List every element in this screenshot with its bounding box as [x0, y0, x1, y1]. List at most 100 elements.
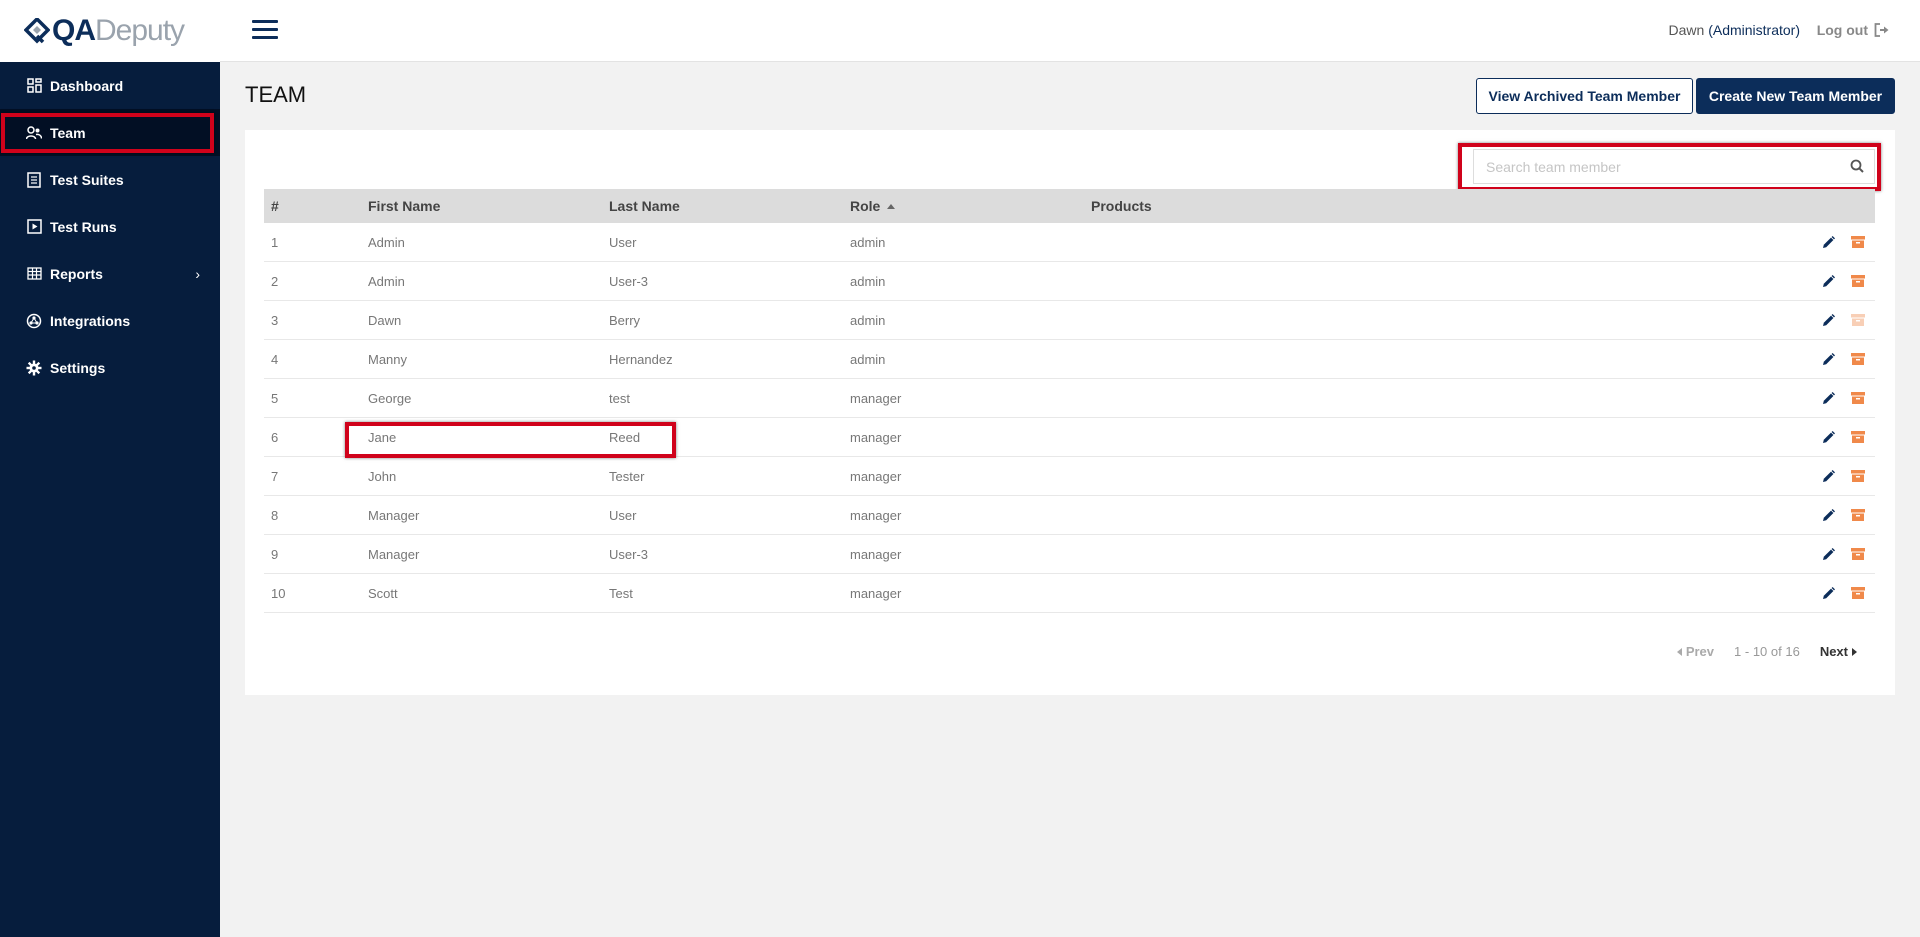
sort-ascending-icon	[887, 203, 896, 209]
archive-box-icon[interactable]	[1851, 509, 1865, 521]
edit-pencil-icon[interactable]	[1822, 508, 1835, 522]
create-team-member-button[interactable]: Create New Team Member	[1696, 78, 1895, 114]
gear-icon	[26, 360, 42, 376]
caret-left-icon	[1676, 647, 1682, 656]
cell-num: 2	[271, 273, 279, 289]
cell-last-name: Test	[609, 585, 633, 601]
cell-role: manager	[850, 546, 902, 562]
search-input[interactable]	[1474, 150, 1834, 183]
logo-text-light: Deputy	[95, 14, 185, 47]
archive-box-icon[interactable]	[1851, 470, 1865, 482]
sidebar-item-reports[interactable]: Reports ›	[0, 250, 220, 297]
archive-box-icon[interactable]	[1851, 236, 1865, 248]
cell-last-name: Berry	[609, 312, 641, 328]
sidebar-item-dashboard[interactable]: Dashboard	[0, 62, 220, 109]
table-row: 8 Manager User manager	[264, 496, 1875, 535]
sidebar-item-label: Team	[50, 124, 86, 141]
edit-pencil-icon[interactable]	[1822, 469, 1835, 483]
user-name: Dawn	[1668, 22, 1705, 38]
archive-box-icon	[1851, 314, 1865, 326]
header-first-name[interactable]: First Name	[368, 198, 609, 214]
prev-page-button[interactable]: Prev	[1676, 644, 1714, 659]
logout-link[interactable]: Log out	[1817, 22, 1890, 38]
view-archived-button[interactable]: View Archived Team Member	[1476, 78, 1693, 114]
cell-num: 1	[271, 234, 279, 250]
reports-icon	[26, 266, 42, 282]
table-row: 5 George test manager	[264, 379, 1875, 418]
table-row: 1 Admin User admin	[264, 223, 1875, 262]
topbar: Dawn (Administrator) Log out	[220, 0, 1920, 62]
test-suites-icon	[26, 171, 42, 188]
cell-role: manager	[850, 429, 902, 445]
sidebar-item-test-suites[interactable]: Test Suites	[0, 156, 220, 203]
cell-num: 6	[271, 429, 279, 445]
cell-first-name: Scott	[368, 585, 398, 601]
row-actions	[1805, 508, 1875, 522]
cell-last-name: User-3	[609, 546, 649, 562]
cell-first-name: Manager	[368, 546, 420, 562]
sidebar-item-label: Test Runs	[50, 218, 117, 235]
sidebar-item-integrations[interactable]: Integrations	[0, 297, 220, 344]
search-box	[1473, 149, 1875, 184]
edit-pencil-icon[interactable]	[1822, 352, 1835, 366]
table-row: 6 Jane Reed manager	[264, 418, 1875, 457]
test-runs-icon	[26, 219, 42, 235]
page-range: 1 - 10 of 16	[1734, 644, 1800, 659]
row-actions	[1805, 235, 1875, 249]
pagination: Prev 1 - 10 of 16 Next	[1676, 644, 1857, 659]
sidebar: QA Deputy Dashboard Team Test Suites Test…	[0, 0, 220, 937]
archive-box-icon[interactable]	[1851, 392, 1865, 404]
edit-pencil-icon[interactable]	[1822, 391, 1835, 405]
cell-first-name: Admin	[368, 273, 405, 289]
sidebar-item-label: Test Suites	[50, 171, 124, 188]
logout-icon	[1874, 23, 1889, 37]
team-table: # First Name Last Name Role Products 1 Ad…	[264, 189, 1875, 613]
page-title: TEAM	[245, 82, 307, 107]
header-role-label: Role	[850, 198, 881, 214]
hamburger-menu-icon[interactable]	[252, 20, 278, 40]
cell-first-name: Manny	[368, 351, 408, 367]
table-row: 4 Manny Hernandez admin	[264, 340, 1875, 379]
row-actions	[1805, 391, 1875, 405]
cell-last-name: User-3	[609, 273, 649, 289]
search-icon[interactable]	[1850, 159, 1864, 173]
cell-num: 5	[271, 390, 279, 406]
row-actions	[1805, 586, 1875, 600]
cell-role: manager	[850, 585, 902, 601]
edit-pencil-icon[interactable]	[1822, 586, 1835, 600]
cell-num: 4	[271, 351, 279, 367]
archive-box-icon[interactable]	[1851, 431, 1865, 443]
sidebar-item-label: Settings	[50, 359, 106, 376]
header-role[interactable]: Role	[850, 198, 1091, 214]
edit-pencil-icon[interactable]	[1822, 235, 1835, 249]
sidebar-item-team[interactable]: Team	[0, 109, 220, 156]
sidebar-item-label: Integrations	[50, 312, 131, 329]
archive-box-icon[interactable]	[1851, 587, 1865, 599]
edit-pencil-icon[interactable]	[1822, 430, 1835, 444]
next-page-button[interactable]: Next	[1820, 644, 1857, 659]
logo-icon	[24, 18, 50, 44]
edit-pencil-icon[interactable]	[1822, 313, 1835, 327]
logo[interactable]: QA Deputy	[0, 0, 220, 62]
cell-num: 3	[271, 312, 279, 328]
table-body: 1 Admin User admin 2 Admin User-3 admin 3 Dawn Ber…	[264, 223, 1875, 613]
cell-num: 7	[271, 468, 279, 484]
cell-last-name: Hernandez	[609, 351, 673, 367]
sidebar-nav: Dashboard Team Test Suites Test Runs Rep…	[0, 62, 220, 391]
archive-box-icon[interactable]	[1851, 353, 1865, 365]
header-products: Products	[1091, 198, 1152, 214]
user-role: (Administrator)	[1708, 22, 1800, 38]
sidebar-item-test-runs[interactable]: Test Runs	[0, 203, 220, 250]
table-row: 10 Scott Test manager	[264, 574, 1875, 613]
sidebar-item-settings[interactable]: Settings	[0, 344, 220, 391]
archive-box-icon[interactable]	[1851, 548, 1865, 560]
cell-last-name: Tester	[609, 468, 645, 484]
edit-pencil-icon[interactable]	[1822, 274, 1835, 288]
cell-num: 8	[271, 507, 279, 523]
cell-role: admin	[850, 351, 886, 367]
chevron-right-icon: ›	[195, 265, 200, 282]
archive-box-icon[interactable]	[1851, 275, 1865, 287]
header-last-name[interactable]: Last Name	[609, 198, 850, 214]
team-card: # First Name Last Name Role Products 1 Ad…	[245, 130, 1895, 695]
edit-pencil-icon[interactable]	[1822, 547, 1835, 561]
